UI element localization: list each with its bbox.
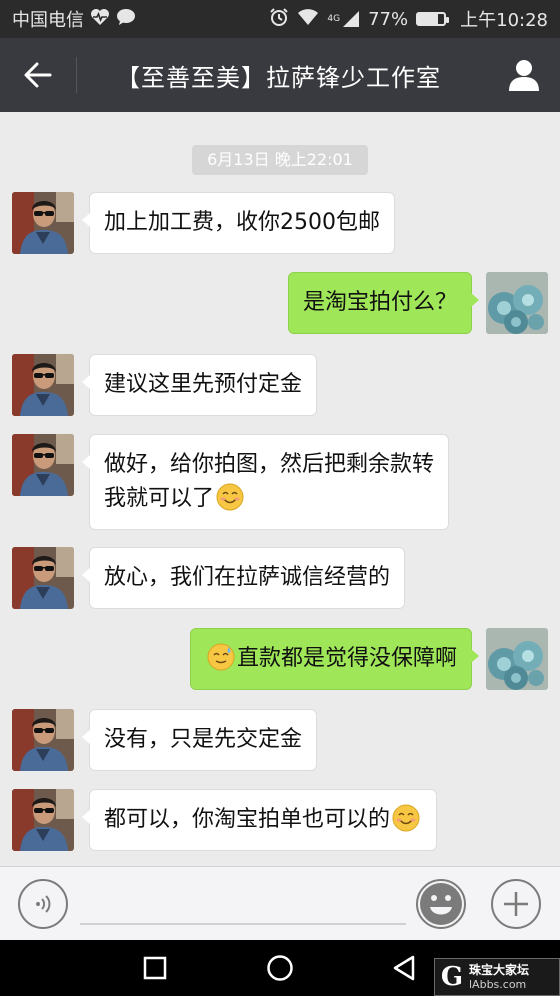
- message-text: 我就可以了: [104, 486, 215, 511]
- profile-button[interactable]: [488, 38, 560, 112]
- message-bubble[interactable]: 放心，我们在拉萨诚信经营的: [81, 547, 406, 609]
- carrier-label: 中国电信: [12, 10, 84, 31]
- square-recent-icon: [143, 956, 167, 980]
- plus-icon: [504, 892, 528, 916]
- sweat-smile-emoji: [207, 643, 235, 671]
- my-avatar[interactable]: [486, 628, 548, 690]
- message-text: 放心，我们在拉萨诚信经营的: [104, 565, 391, 590]
- chat-area[interactable]: 6月13日 晚上22:01 加上加工费，收你2500包邮 是淘宝拍付么？ 建议这…: [0, 112, 560, 866]
- message-text: 是淘宝拍付么？: [302, 290, 457, 315]
- voice-icon: [36, 895, 51, 913]
- message-text: 直款都是觉得没保障啊: [236, 646, 457, 671]
- alarm-icon: [269, 7, 289, 32]
- voice-button[interactable]: [18, 879, 68, 929]
- message-text: 做好，给你拍图，然后把剩余款转: [104, 452, 435, 477]
- contact-avatar[interactable]: [12, 789, 74, 851]
- message-input[interactable]: [80, 881, 406, 925]
- chat-header: 【至善至美】拉萨锋少工作室: [0, 38, 560, 112]
- network-type-label: 4G: [327, 13, 341, 24]
- message-text: 都可以，你淘宝拍单也可以的: [104, 807, 391, 832]
- message-text: 加上加工费，收你2500包邮: [104, 210, 380, 235]
- message-bubble[interactable]: 没有，只是先交定金: [81, 709, 318, 771]
- back-nav-button[interactable]: [384, 950, 424, 986]
- home-button[interactable]: [260, 950, 300, 986]
- back-button[interactable]: [0, 38, 76, 112]
- my-avatar[interactable]: [486, 272, 548, 334]
- message-bubble[interactable]: 直款都是觉得没保障啊: [189, 628, 480, 690]
- watermark-url: lAbbs.com: [469, 978, 527, 991]
- message-bubble[interactable]: 加上加工费，收你2500包邮: [82, 192, 395, 254]
- contact-avatar[interactable]: [12, 434, 74, 496]
- message-bubble[interactable]: 做好，给你拍图，然后把剩余款转 我就可以了: [81, 434, 450, 530]
- watermark-title: 珠宝大家坛: [469, 963, 530, 977]
- heart-pulse-icon: [90, 8, 110, 31]
- battery-fill: [418, 14, 439, 24]
- triangle-back-icon: [393, 955, 415, 981]
- smile-emoji: [216, 483, 244, 511]
- person-icon: [509, 60, 539, 91]
- signal-icon: 4G: [327, 10, 360, 28]
- message-bubble[interactable]: 都可以，你淘宝拍单也可以的: [81, 789, 438, 851]
- message-timestamp: 6月13日 晚上22:01: [192, 145, 368, 175]
- emoji-face-icon: [420, 883, 462, 925]
- contact-avatar[interactable]: [12, 709, 74, 771]
- chat-title: 【至善至美】拉萨锋少工作室: [116, 63, 441, 92]
- battery-percent: 77%: [368, 8, 409, 30]
- smile-emoji: [392, 804, 420, 832]
- contact-avatar[interactable]: [12, 547, 74, 609]
- message-text: 没有，只是先交定金: [104, 727, 303, 752]
- message-bubble[interactable]: 建议这里先预付定金: [81, 354, 318, 416]
- status-bar: 中国电信 4G 77% 上午10:28: [0, 0, 560, 38]
- chat-bubble-icon: [116, 8, 136, 31]
- input-bar: [0, 866, 560, 940]
- site-watermark: G 珠宝大家坛 lAbbs.com: [434, 958, 560, 996]
- message-bubble[interactable]: 是淘宝拍付么？: [287, 272, 480, 334]
- contact-avatar[interactable]: [12, 354, 74, 416]
- recent-apps-button[interactable]: [135, 950, 175, 986]
- emoji-button[interactable]: [416, 879, 466, 929]
- arrow-left-icon: [24, 62, 52, 88]
- wifi-icon: [297, 8, 319, 31]
- battery-icon: [416, 12, 450, 26]
- circle-home-icon: [267, 955, 293, 981]
- more-button[interactable]: [491, 879, 541, 929]
- clock: 上午10:28: [460, 10, 548, 31]
- watermark-logo: G: [440, 962, 464, 992]
- message-text: 建议这里先预付定金: [104, 372, 303, 397]
- contact-avatar[interactable]: [12, 192, 74, 254]
